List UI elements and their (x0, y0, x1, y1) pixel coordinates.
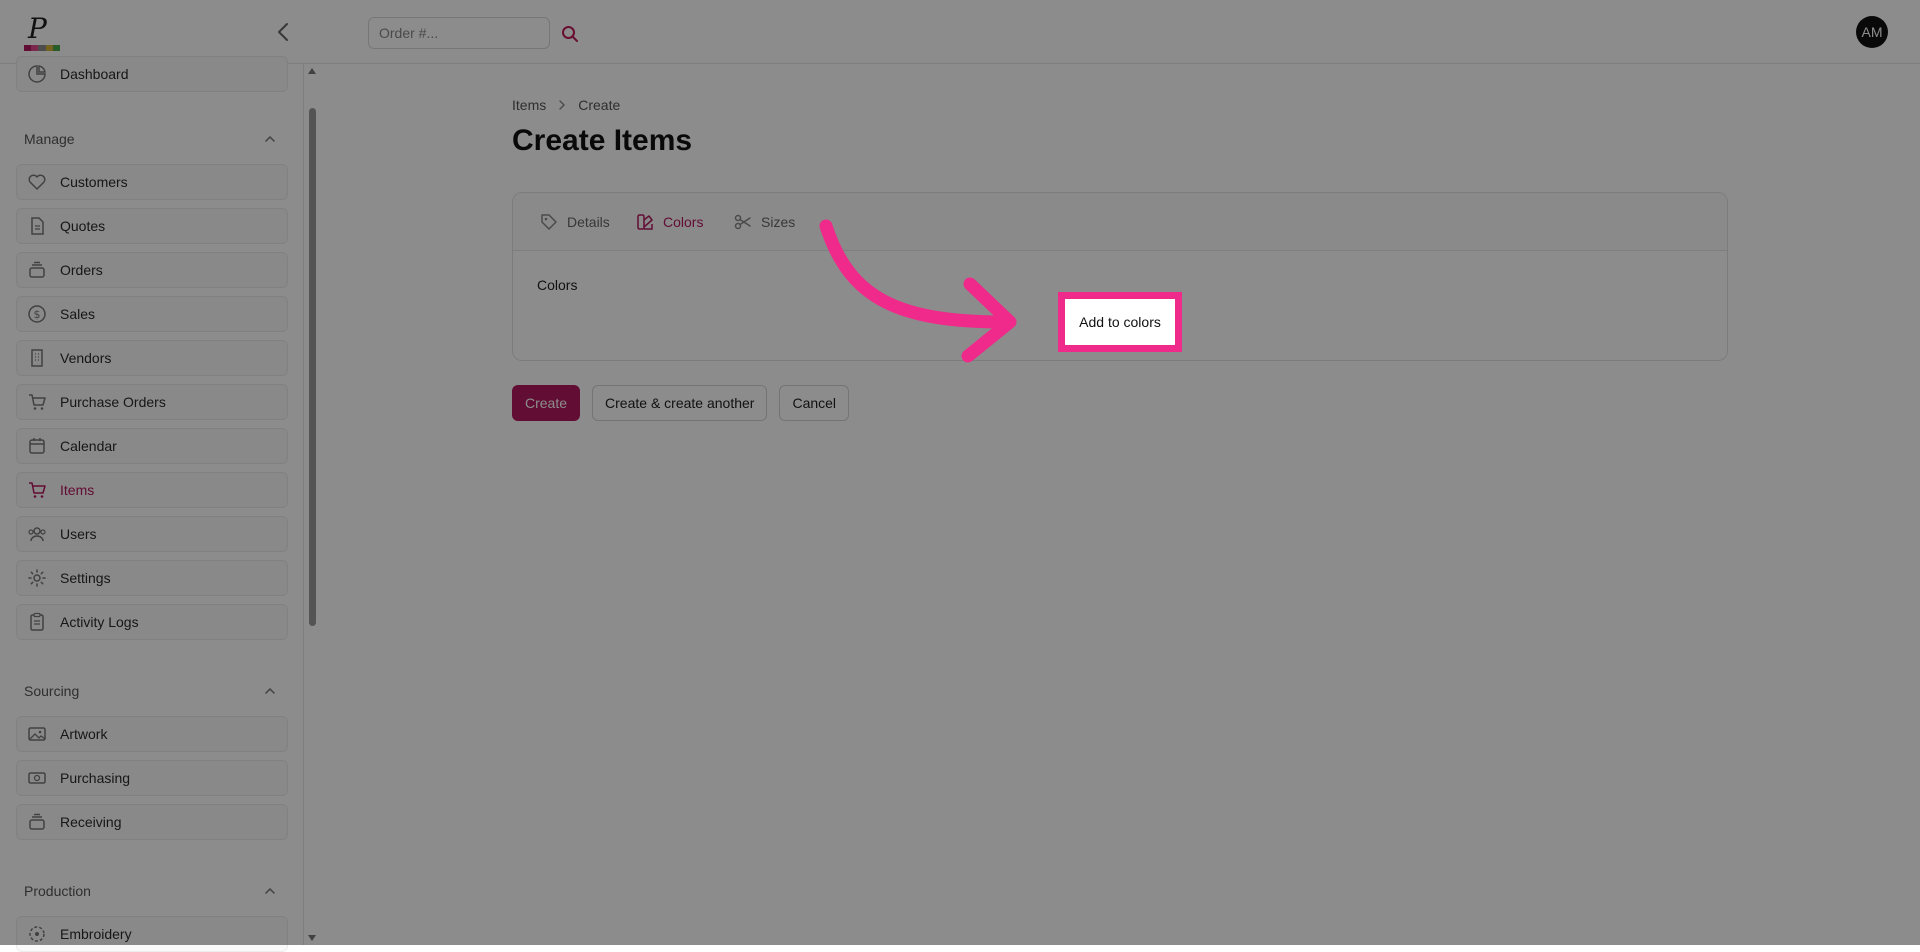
scissors-icon (734, 214, 751, 230)
embroidery-hoop-icon (29, 926, 45, 942)
chevron-left-icon (278, 23, 288, 41)
sidebar: Dashboard Manage Customers Quotes Orders… (0, 56, 304, 952)
tab-label: Sizes (761, 214, 796, 230)
cancel-button[interactable]: Cancel (779, 385, 850, 421)
sidebar-item-dashboard[interactable]: Dashboard (16, 56, 288, 92)
sidebar-item-label: Purchase Orders (60, 394, 166, 410)
sidebar-item-label: Receiving (60, 814, 122, 830)
page-title: Create Items (512, 124, 693, 157)
sidebar-item-label: Quotes (60, 218, 106, 234)
search-icon (562, 26, 578, 42)
sidebar-item-label: Sales (60, 306, 96, 322)
tab-colors[interactable]: Colors (629, 205, 709, 239)
svg-text:$: $ (34, 308, 41, 321)
sidebar-item-sales[interactable]: $ Sales (16, 296, 288, 332)
sidebar-item-purchasing[interactable]: Purchasing (16, 760, 288, 796)
cart-icon (29, 394, 46, 410)
sidebar-item-label: Embroidery (60, 926, 132, 942)
sidebar-item-label: Customers (60, 174, 128, 190)
logo-color-bar (24, 45, 61, 51)
heart-icon (28, 174, 46, 190)
sidebar-item-label: Orders (60, 262, 103, 278)
dollar-circle-icon: $ (28, 305, 46, 323)
tab-label: Details (567, 214, 610, 230)
chevron-up-icon[interactable] (262, 883, 278, 899)
create-button[interactable]: Create (512, 385, 581, 421)
order-search-input[interactable] (368, 17, 550, 49)
search-button[interactable] (560, 24, 580, 44)
sidebar-item-quotes[interactable]: Quotes (16, 208, 288, 244)
sidebar-item-label: Vendors (60, 350, 112, 366)
banknote-icon (28, 772, 46, 784)
clipboard-icon (30, 612, 44, 631)
cart-icon (29, 482, 46, 498)
tab-label: Colors (663, 214, 704, 230)
sidebar-item-vendors[interactable]: Vendors (16, 340, 288, 376)
sidebar-item-receiving[interactable]: Receiving (16, 804, 288, 840)
stack-icon (29, 261, 45, 278)
sidebar-item-label: Items (60, 482, 95, 498)
user-avatar[interactable]: AM (1856, 16, 1888, 48)
sidebar-item-activity-logs[interactable]: Activity Logs (16, 604, 288, 640)
breadcrumb-current: Create (578, 97, 621, 113)
gear-icon (28, 569, 46, 587)
sidebar-item-calendar[interactable]: Calendar (16, 428, 288, 464)
sidebar-item-embroidery[interactable]: Embroidery (16, 916, 288, 952)
top-bar: P AM (0, 0, 1920, 64)
pie-chart-icon (28, 65, 46, 83)
sidebar-item-label: Calendar (60, 438, 117, 454)
tag-icon (541, 214, 557, 230)
highlight-spotlight: Add to colors (1058, 292, 1182, 352)
collapse-sidebar-button[interactable] (272, 18, 296, 46)
sidebar-item-label: Dashboard (60, 66, 129, 82)
document-icon (31, 217, 44, 235)
building-icon (31, 349, 43, 367)
section-label-manage: Manage (24, 131, 75, 147)
users-icon (28, 527, 46, 542)
sidebar-item-purchase-orders[interactable]: Purchase Orders (16, 384, 288, 420)
sidebar-item-label: Purchasing (60, 770, 131, 786)
sidebar-item-label: Settings (60, 570, 111, 586)
sidebar-item-orders[interactable]: Orders (16, 252, 288, 288)
tab-sizes[interactable]: Sizes (727, 205, 801, 239)
breadcrumb: Items Create (512, 97, 620, 113)
breadcrumb-link-items[interactable]: Items (512, 97, 546, 113)
scroll-up-arrow-icon[interactable] (307, 66, 317, 76)
sidebar-scrollbar-thumb[interactable] (309, 108, 316, 626)
chevron-up-icon[interactable] (262, 683, 278, 699)
logo-letter: P (28, 12, 47, 45)
sidebar-item-customers[interactable]: Customers (16, 164, 288, 200)
app-logo[interactable]: P (22, 12, 62, 54)
sidebar-item-label: Artwork (60, 726, 108, 742)
section-label-sourcing: Sourcing (24, 683, 80, 699)
sidebar-item-label: Users (60, 526, 97, 542)
section-label-production: Production (24, 883, 91, 899)
chevron-up-icon[interactable] (262, 131, 278, 147)
tab-details[interactable]: Details (533, 205, 616, 239)
sidebar-item-users[interactable]: Users (16, 516, 288, 552)
colors-section-label: Colors (537, 277, 578, 293)
sidebar-item-artwork[interactable]: Artwork (16, 716, 288, 752)
sidebar-item-settings[interactable]: Settings (16, 560, 288, 596)
stack-icon (29, 813, 45, 830)
calendar-icon (29, 438, 45, 454)
swatch-icon (637, 214, 653, 230)
form-actions: Create Create & create another Cancel (512, 385, 850, 421)
sidebar-item-label: Activity Logs (60, 614, 139, 630)
tabs-bar: Details Colors Sizes (513, 193, 1727, 251)
chevron-right-icon (559, 100, 566, 110)
sidebar-item-items[interactable]: Items (16, 472, 288, 508)
scroll-down-arrow-icon[interactable] (307, 933, 317, 943)
image-icon (28, 727, 46, 741)
add-to-colors-button[interactable]: Add to colors (1058, 292, 1182, 352)
create-and-create-another-button[interactable]: Create & create another (592, 385, 768, 421)
